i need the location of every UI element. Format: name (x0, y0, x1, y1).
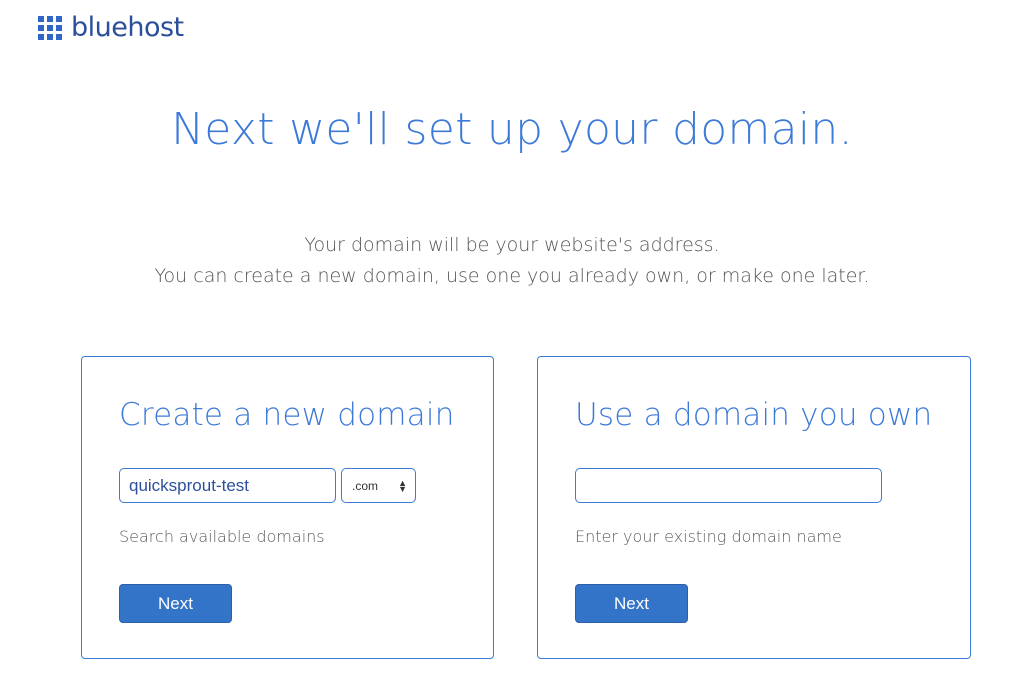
existing-domain-hint: Enter your existing domain name (575, 527, 842, 546)
existing-domain-input[interactable] (575, 468, 882, 503)
new-domain-next-button[interactable]: Next (119, 584, 232, 623)
brand-name: bluehost (71, 12, 184, 43)
search-domains-hint: Search available domains (119, 527, 325, 546)
new-domain-input[interactable]: quicksprout-test (119, 468, 336, 503)
use-own-domain-title: Use a domain you own (575, 397, 933, 433)
tld-selected-value: .com (352, 478, 379, 493)
create-new-domain-title: Create a new domain (119, 397, 455, 433)
use-own-domain-card: Use a domain you own Enter your existing… (537, 356, 971, 659)
subtitle-line-1: Your domain will be your website's addre… (304, 234, 720, 256)
subtitle-line-2: You can create a new domain, use one you… (154, 265, 870, 287)
own-domain-next-button[interactable]: Next (575, 584, 688, 623)
page-title: Next we'll set up your domain. (171, 104, 853, 155)
select-arrows-icon: ▲ ▼ (398, 477, 407, 494)
page-subtitle: Your domain will be your website's addre… (0, 230, 1024, 292)
create-new-domain-card: Create a new domain quicksprout-test .co… (81, 356, 494, 659)
tld-select[interactable]: .com ▲ ▼ (341, 468, 416, 503)
bluehost-logo[interactable]: bluehost (38, 12, 184, 44)
grid-logo-icon (38, 16, 62, 40)
